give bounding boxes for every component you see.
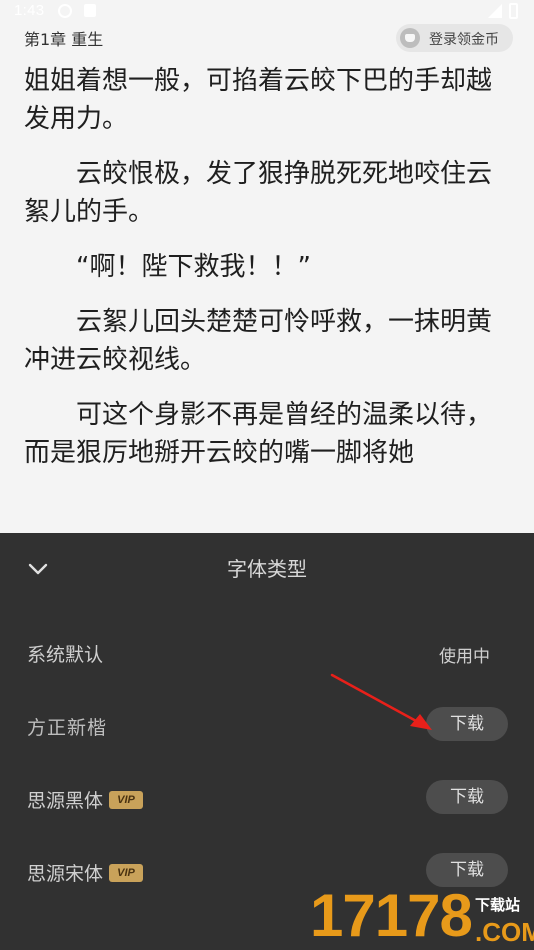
sync-icon (58, 4, 72, 18)
download-button[interactable]: 下载 (426, 780, 508, 814)
chapter-title: 第1章 重生 (24, 30, 104, 49)
status-bar: 1:43 (0, 0, 534, 24)
signal-icon (488, 4, 502, 18)
font-name-text: 思源宋体 (27, 863, 104, 885)
vip-badge: VIP (109, 863, 144, 882)
notification-icon (84, 4, 96, 17)
font-name: 思源黑体 VIP (27, 786, 144, 813)
coin-toggle-icon (400, 28, 420, 48)
battery-icon (509, 3, 518, 19)
watermark-logo: 17178 下载站 .COM (310, 880, 534, 950)
watermark-domain: .COM (475, 917, 534, 947)
download-button[interactable]: 下载 (426, 707, 508, 741)
annotation-arrow-icon (330, 673, 432, 730)
paragraph: 姐姐着想一般，可掐着云皎下巴的手却越发用力。 (24, 66, 493, 134)
font-row-siyuan-heiti[interactable]: 思源黑体 VIP 下载 (0, 778, 534, 822)
watermark-label: 下载站 (475, 896, 521, 914)
login-coin-label: 登录领金币 (429, 32, 499, 48)
watermark-number: 17178 (310, 882, 473, 949)
font-name: 方正新楷 (27, 717, 108, 739)
paragraph: 云皎恨极，发了狠挣脱死死地咬住云絮儿的手。 (24, 159, 493, 227)
font-row-fangzheng-xinkai[interactable]: 方正新楷 下载 (0, 705, 534, 749)
vip-badge: VIP (109, 790, 144, 809)
font-name: 系统默认 (27, 644, 104, 666)
paragraph: 可这个身影不再是曾经的温柔以待，而是狠厉地掰开云皎的嘴一脚将她 (24, 400, 493, 468)
paragraph: “啊！陛下救我！！” (24, 252, 311, 282)
paragraph: 云絮儿回头楚楚可怜呼救，一抹明黄冲进云皎视线。 (24, 307, 493, 375)
font-name-text: 思源黑体 (27, 790, 104, 812)
status-time: 1:43 (14, 2, 45, 19)
sheet-title: 字体类型 (227, 557, 307, 581)
font-row-system-default[interactable]: 系统默认 使用中 (0, 632, 534, 676)
reader-text[interactable]: 姐姐着想一般，可掐着云皎下巴的手却越发用力。 云皎恨极，发了狠挣脱死死地咬住云絮… (24, 62, 516, 532)
font-name: 思源宋体 VIP (27, 859, 144, 886)
in-use-label: 使用中 (439, 647, 490, 667)
login-coin-button[interactable]: 登录领金币 (396, 24, 513, 52)
